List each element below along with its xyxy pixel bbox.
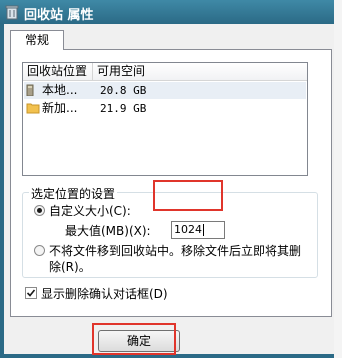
drive-icon: [26, 84, 40, 97]
max-size-input[interactable]: 1024: [171, 221, 225, 239]
checkmark-icon: [26, 289, 36, 297]
max-value-label: 最大值(MB)(X):: [65, 224, 151, 238]
ok-button[interactable]: 确定: [98, 330, 180, 352]
column-header-free-space[interactable]: 可用空间: [93, 63, 307, 80]
recycle-bin-location-list[interactable]: 回收站位置 可用空间 本地... 20.8 GB 新加... 21.9 GB: [22, 62, 308, 176]
list-item[interactable]: 新加... 21.9 GB: [24, 100, 306, 117]
max-size-value: 1024: [174, 223, 202, 236]
location-settings-group: 选定位置的设置 自定义大小(C): 最大值(MB)(X): 1024 不将文件移…: [22, 185, 318, 278]
window-title: 回收站 属性: [24, 8, 94, 23]
list-item[interactable]: 本地... 20.8 GB: [24, 82, 306, 99]
group-title: 选定位置的设置: [29, 185, 118, 202]
text-caret: [203, 224, 204, 236]
recycle-bin-icon: [4, 4, 20, 20]
custom-size-label[interactable]: 自定义大小(C):: [49, 202, 131, 219]
list-header: 回收站位置 可用空间: [23, 63, 307, 81]
free-space-value: 21.9 GB: [100, 102, 147, 115]
confirm-delete-label[interactable]: 显示删除确认对话框(D): [41, 285, 168, 302]
confirm-delete-checkbox[interactable]: [25, 287, 37, 299]
custom-size-radio[interactable]: [34, 205, 45, 216]
no-recycle-radio[interactable]: [34, 245, 45, 256]
general-tab-panel: 回收站位置 可用空间 本地... 20.8 GB 新加... 21.9 GB 选…: [10, 49, 332, 317]
no-recycle-label-line1[interactable]: 不将文件移到回收站中。移除文件后立即将其删: [49, 242, 301, 259]
button-area: 确定: [4, 324, 338, 354]
title-bar[interactable]: 回收站 属性: [0, 0, 342, 24]
no-recycle-label-line2[interactable]: 除(R)。: [49, 258, 91, 275]
dialog-client: 常规 回收站位置 可用空间 本地... 20.8 GB 新加... 21.9 G…: [4, 24, 338, 354]
tab-general[interactable]: 常规: [10, 30, 64, 50]
properties-window: 回收站 属性 常规 回收站位置 可用空间 本地... 20.8 GB 新加...…: [0, 0, 342, 358]
folder-icon: [26, 102, 40, 114]
column-header-location[interactable]: 回收站位置: [23, 63, 93, 80]
scrollbar[interactable]: [334, 0, 342, 358]
location-name: 新加...: [42, 101, 78, 115]
free-space-value: 20.8 GB: [100, 84, 147, 97]
location-name: 本地...: [42, 83, 78, 97]
